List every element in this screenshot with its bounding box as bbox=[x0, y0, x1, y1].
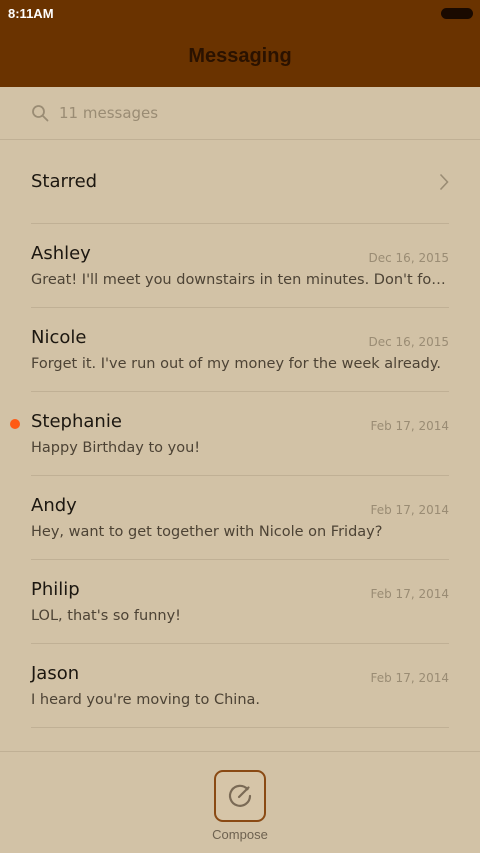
app-header: Messaging bbox=[0, 28, 480, 87]
message-preview: Great! I'll meet you downstairs in ten m… bbox=[31, 272, 449, 288]
search-input[interactable]: 11 messages bbox=[59, 104, 158, 122]
message-date: Feb 17, 2014 bbox=[370, 419, 450, 433]
conversation-list: Ashley Dec 16, 2015 Great! I'll meet you… bbox=[0, 224, 480, 728]
chevron-right-icon bbox=[439, 173, 449, 191]
conversation-item[interactable]: Stephanie Feb 17, 2014 Happy Birthday to… bbox=[10, 392, 450, 476]
contact-name: Jason bbox=[31, 663, 80, 684]
bottom-divider bbox=[0, 751, 480, 752]
message-date: Dec 16, 2015 bbox=[368, 251, 449, 265]
page-title: Messaging bbox=[188, 45, 292, 67]
battery-icon bbox=[441, 8, 473, 19]
message-date: Dec 16, 2015 bbox=[368, 335, 449, 349]
status-time: 8:11AM bbox=[8, 6, 54, 21]
conversation-item[interactable]: Nicole Dec 16, 2015 Forget it. I've run … bbox=[31, 308, 449, 392]
message-preview: Hey, want to get together with Nicole on… bbox=[31, 524, 383, 540]
conversation-item[interactable]: Andy Feb 17, 2014 Hey, want to get toget… bbox=[31, 476, 449, 560]
unread-dot bbox=[10, 419, 20, 429]
message-preview: I heard you're moving to China. bbox=[31, 692, 261, 708]
search-bar[interactable]: 11 messages bbox=[0, 87, 480, 140]
compose-button[interactable] bbox=[214, 770, 266, 822]
starred-row[interactable]: Starred bbox=[31, 141, 449, 224]
compose-icon bbox=[228, 784, 252, 807]
search-icon bbox=[32, 105, 49, 122]
contact-name: Nicole bbox=[31, 327, 87, 348]
message-preview: LOL, that's so funny! bbox=[31, 608, 181, 624]
compose-label: Compose bbox=[212, 827, 268, 842]
message-date: Feb 17, 2014 bbox=[370, 503, 450, 517]
status-bar: 8:11AM bbox=[0, 0, 480, 28]
message-date: Feb 17, 2014 bbox=[370, 587, 450, 601]
message-preview: Forget it. I've run out of my money for … bbox=[31, 356, 441, 372]
conversation-item[interactable]: Jason Feb 17, 2014 I heard you're moving… bbox=[31, 644, 449, 728]
conversation-item[interactable]: Ashley Dec 16, 2015 Great! I'll meet you… bbox=[31, 224, 449, 308]
message-date: Feb 17, 2014 bbox=[370, 671, 450, 685]
contact-name: Philip bbox=[31, 579, 80, 600]
starred-label: Starred bbox=[31, 171, 98, 192]
conversation-item[interactable]: Philip Feb 17, 2014 LOL, that's so funny… bbox=[31, 560, 449, 644]
contact-name: Ashley bbox=[31, 243, 91, 264]
message-preview: Happy Birthday to you! bbox=[31, 440, 201, 456]
contact-name: Stephanie bbox=[31, 411, 122, 432]
contact-name: Andy bbox=[31, 495, 77, 516]
